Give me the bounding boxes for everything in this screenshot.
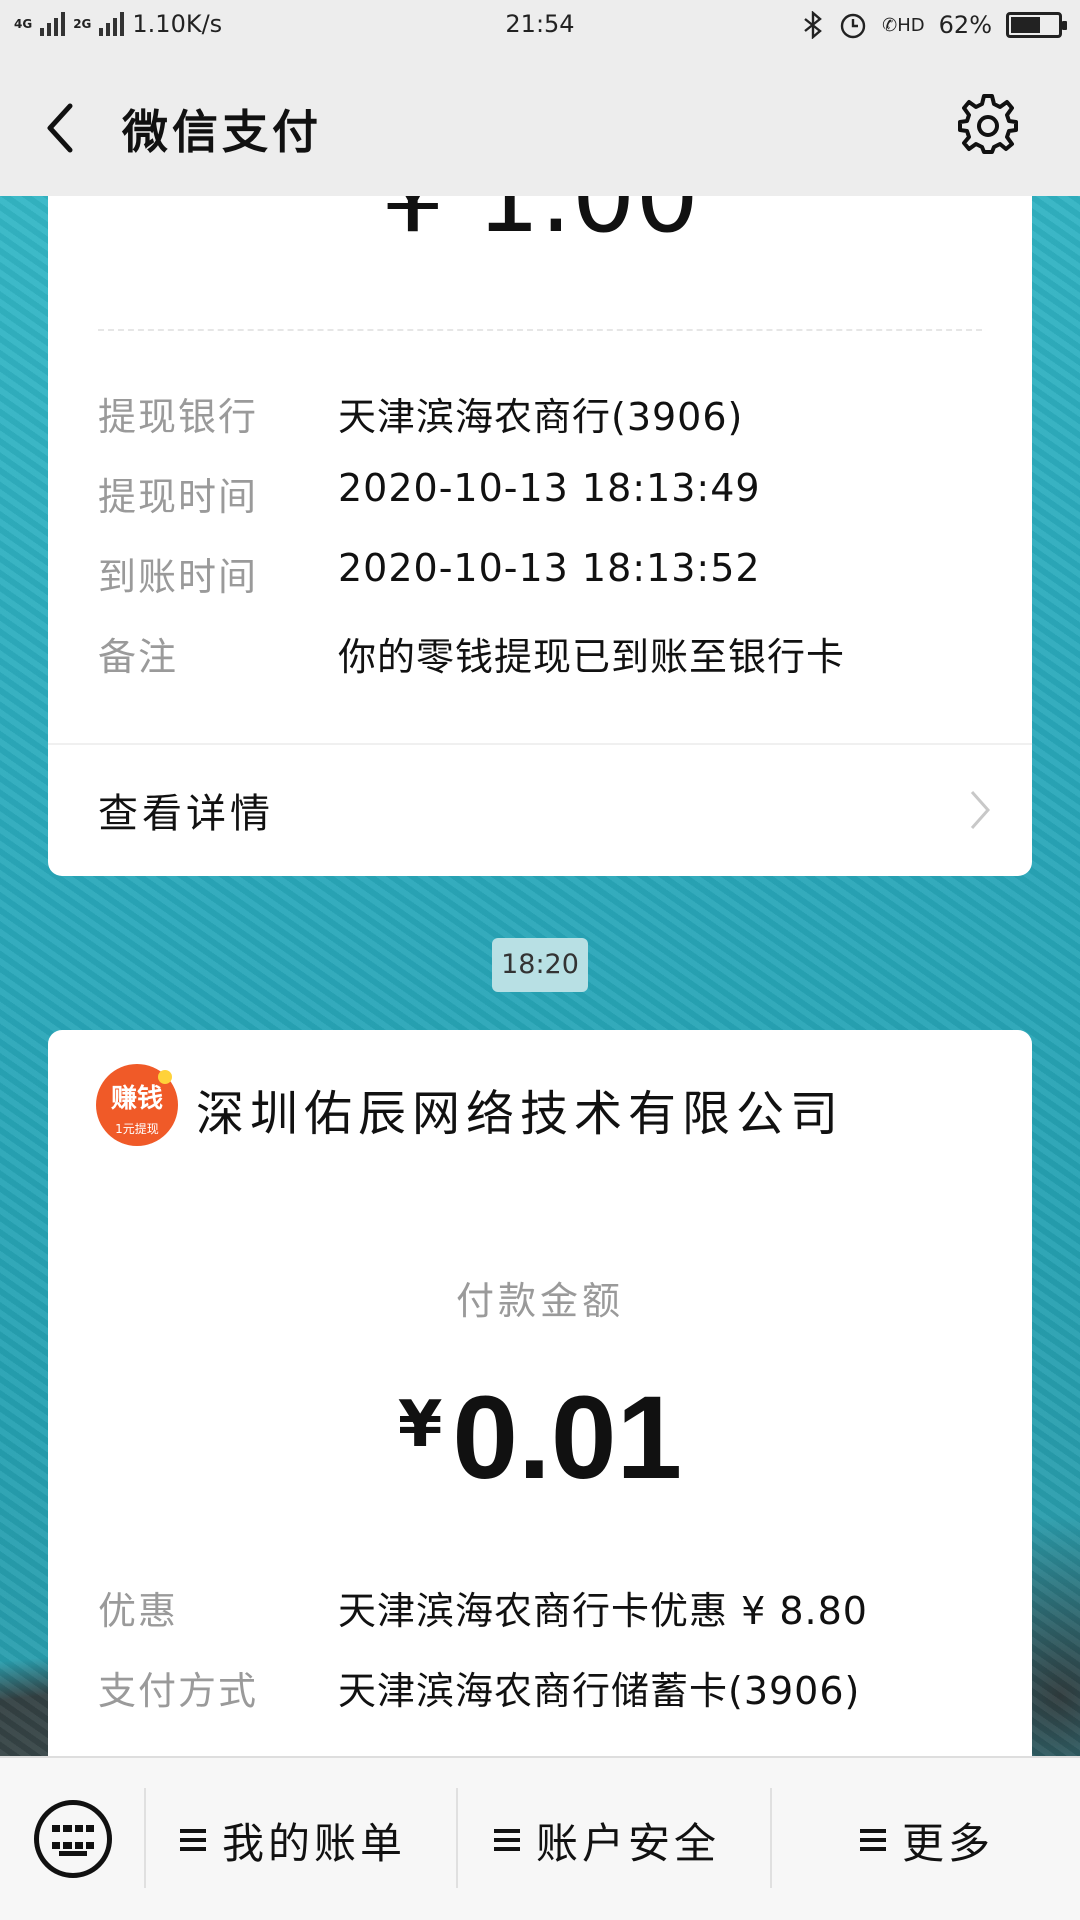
battery-percent: 62% <box>938 11 992 39</box>
currency-symbol: ¥ <box>397 1388 443 1462</box>
payment-card[interactable]: 赚钱 1元提现 深圳佑辰网络技术有限公司 付款金额 ¥0.01 优惠 天津滨海农… <box>48 1030 1032 1756</box>
row-value: 2020-10-13 18:13:49 <box>338 466 761 510</box>
menu-icon <box>860 1829 886 1851</box>
menu-icon <box>180 1829 206 1851</box>
status-bar: 4G 2G 1.10K/s 21:54 ✆HD 62% <box>0 0 1080 52</box>
menu-label: 我的账单 <box>222 1818 407 1868</box>
menu-label: 更多 <box>902 1818 995 1868</box>
row-key: 提现时间 <box>98 475 259 519</box>
battery-icon <box>1006 12 1067 38</box>
payment-method-row: 支付方式 天津滨海农商行储蓄卡(3906) <box>98 1660 860 1715</box>
discount-row: 优惠 天津滨海农商行卡优惠 ¥ 8.80 <box>98 1580 868 1635</box>
title-bar: 微信支付 <box>0 52 1080 196</box>
view-details-link[interactable]: 查看详情 <box>98 781 274 839</box>
row-key: 备注 <box>98 635 179 679</box>
page-title: 微信支付 <box>122 105 322 159</box>
menu-separator <box>144 1788 146 1888</box>
withdraw-amount: ¥ 1.00 <box>380 196 700 255</box>
menu-my-bills[interactable]: 我的账单 <box>180 1810 406 1870</box>
gear-icon[interactable] <box>956 92 1020 156</box>
remark-row: 备注 你的零钱提现已到账至银行卡 <box>98 626 845 681</box>
logo-subtext: 1元提现 <box>115 1122 159 1136</box>
menu-separator <box>456 1788 458 1888</box>
logo-text: 赚钱 <box>110 1084 163 1114</box>
menu-icon <box>494 1829 520 1851</box>
arrival-time-row: 到账时间 2020-10-13 18:13:52 <box>98 546 761 601</box>
withdraw-bank-row: 提现银行 天津滨海农商行(3906) <box>98 386 743 441</box>
withdraw-card: ¥ 1.00 提现银行 天津滨海农商行(3906) 提现时间 2020-10-1… <box>48 196 1032 876</box>
menu-separator <box>770 1788 772 1888</box>
menu-label: 账户安全 <box>536 1818 721 1868</box>
menu-account-security[interactable]: 账户安全 <box>494 1810 720 1870</box>
row-value: 天津滨海农商行储蓄卡(3906) <box>338 1669 861 1713</box>
row-key: 优惠 <box>98 1589 179 1633</box>
message-time-badge: 18:20 <box>492 938 588 992</box>
bluetooth-icon <box>804 11 823 39</box>
amount-label: 付款金额 <box>455 1279 624 1323</box>
row-value: 你的零钱提现已到账至银行卡 <box>338 635 846 679</box>
merchant-logo: 赚钱 1元提现 <box>96 1064 178 1146</box>
payment-amount: ¥0.01 <box>48 1370 1032 1506</box>
row-value: 天津滨海农商行(3906) <box>338 395 744 439</box>
dashed-divider <box>98 329 982 331</box>
alarm-icon <box>840 13 866 39</box>
back-arrow-icon[interactable] <box>40 100 84 156</box>
row-key: 提现银行 <box>98 395 259 439</box>
amount-value: 0.01 <box>452 1372 683 1504</box>
row-key: 支付方式 <box>98 1669 259 1713</box>
bottom-menu-bar: 我的账单 账户安全 更多 <box>0 1756 1080 1920</box>
row-value: 天津滨海农商行卡优惠 ¥ 8.80 <box>338 1589 868 1633</box>
menu-more[interactable]: 更多 <box>860 1810 994 1870</box>
card-divider <box>48 743 1032 745</box>
withdraw-time-row: 提现时间 2020-10-13 18:13:49 <box>98 466 761 521</box>
row-key: 到账时间 <box>98 555 259 599</box>
row-value: 2020-10-13 18:13:52 <box>338 546 761 590</box>
keyboard-icon[interactable] <box>34 1800 112 1878</box>
hd-call-icon: ✆HD <box>882 14 925 36</box>
merchant-name: 深圳佑辰网络技术有限公司 <box>196 1086 845 1142</box>
chevron-right-icon[interactable] <box>968 788 992 832</box>
